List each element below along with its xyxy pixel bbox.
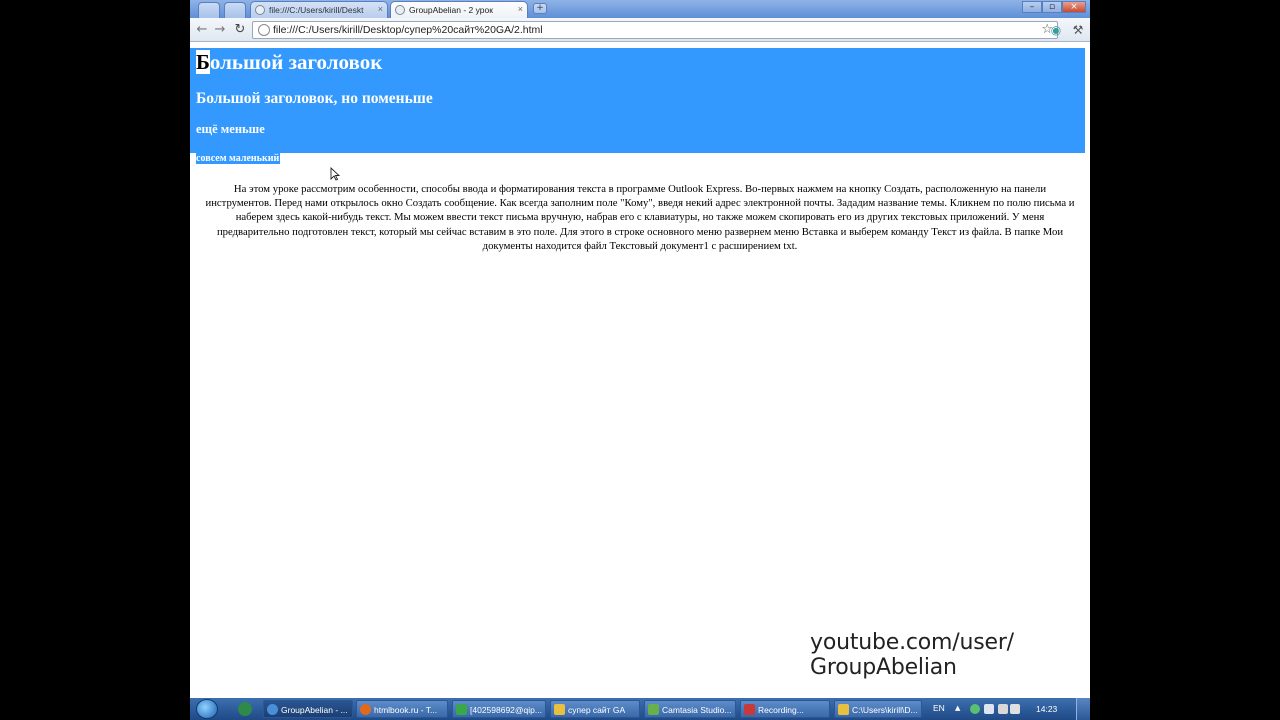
screen: file:///C:/Users/kirill/Deskt × GroupAbe… [190,0,1090,720]
chrome-icon [267,704,278,715]
quicklaunch-icon[interactable] [238,702,252,716]
tab-groupabelian[interactable]: GroupAbelian - 2 урок × [390,1,528,18]
tray-expand-icon[interactable]: ▲ [955,704,961,714]
extension-icon[interactable]: ◉ [1048,22,1064,38]
forward-arrow-icon[interactable]: → [212,22,228,38]
heading-4: совсем маленький [196,153,281,164]
wrench-menu-icon[interactable]: ⚒ [1070,22,1086,38]
page-content: Большой заголовок Большой заголовок, но … [190,43,1090,698]
tab-label: GroupAbelian - 2 урок [409,5,493,15]
language-indicator[interactable]: EN [933,703,945,713]
taskbar-item[interactable]: C:\Users\kirill\D... [834,700,922,718]
pinned-tab[interactable] [224,2,246,18]
address-bar[interactable]: file:///C:/Users/kirill/Desktop/супер%20… [252,21,1058,39]
show-desktop-button[interactable] [1076,698,1090,720]
folder-icon [554,704,565,715]
tab-file[interactable]: file:///C:/Users/kirill/Deskt × [250,1,388,18]
taskbar: GroupAbelian - ... htmlbook.ru - T... [4… [190,698,1090,720]
selected-letter: Б [196,50,210,74]
clock[interactable]: 14:23 [1036,704,1057,714]
taskbar-item[interactable]: htmlbook.ru - T... [356,700,448,718]
heading-1-rest: ольшой заголовок [209,50,383,74]
app-icon-tab[interactable] [198,2,220,18]
taskbar-item[interactable]: Recording... [740,700,830,718]
globe-icon [255,5,265,15]
page-info-icon[interactable] [258,24,270,36]
taskbar-item[interactable]: супер сайт GA [550,700,640,718]
heading-1: Большой заголовок [196,50,382,75]
tab-label: file:///C:/Users/kirill/Deskt [269,5,364,15]
tray-network-icon[interactable] [998,704,1008,714]
tray-steam-icon[interactable] [984,704,994,714]
back-arrow-icon[interactable]: ← [194,22,210,38]
taskbar-item[interactable]: Camtasia Studio... [644,700,736,718]
minimize-button[interactable]: – [1022,1,1042,13]
watermark-line-2: GroupAbelian [810,655,957,680]
tab-close-icon[interactable]: × [378,4,383,14]
taskbar-item[interactable]: [402598692@qip... [452,700,546,718]
globe-icon [395,5,405,15]
heading-3: ещё меньше [196,122,265,136]
folder-icon [838,704,849,715]
channel-watermark: youtube.com/user/ GroupAbelian [810,630,1014,680]
browser-tab-strip: file:///C:/Users/kirill/Deskt × GroupAbe… [190,0,1090,18]
tray-volume-icon[interactable] [1010,704,1020,714]
taskbar-item[interactable]: GroupAbelian - ... [263,700,353,718]
new-tab-button[interactable]: + [533,3,547,14]
body-paragraph: На этом уроке рассмотрим особенности, сп… [205,183,1075,252]
address-text[interactable]: file:///C:/Users/kirill/Desktop/супер%20… [273,24,543,36]
camtasia-icon [648,704,659,715]
close-window-button[interactable]: × [1062,1,1086,13]
watermark-line-1: youtube.com/user/ [810,630,1014,655]
heading-2: Большой заголовок, но поменьше [196,90,433,107]
maximize-button[interactable]: ▫ [1042,1,1062,13]
reload-icon[interactable]: ↻ [232,22,248,38]
browser-toolbar: ← → ↻ file:///C:/Users/kirill/Desktop/су… [190,18,1090,42]
start-button[interactable] [196,699,218,719]
firefox-icon [360,704,371,715]
recording-icon [744,704,755,715]
tray-app-icon[interactable] [970,704,980,714]
tab-close-icon[interactable]: × [518,4,523,14]
qip-icon [456,704,467,715]
mouse-cursor-icon [330,167,340,181]
